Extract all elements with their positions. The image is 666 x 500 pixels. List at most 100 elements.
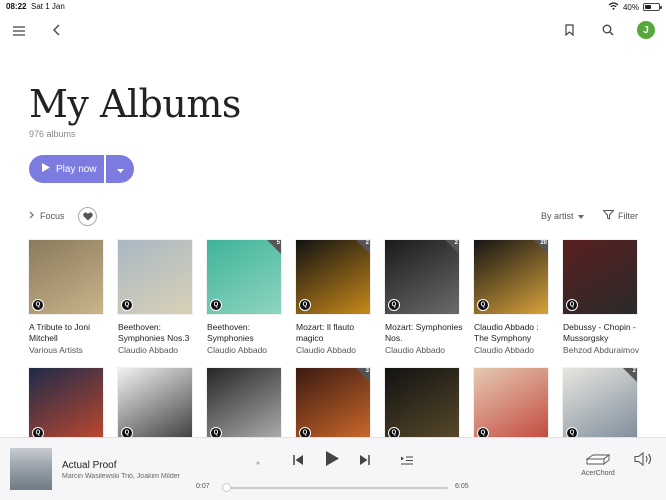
hires-badge-icon: Q (477, 299, 489, 311)
album-artist[interactable]: Claudio Abbado (474, 345, 554, 355)
bookmark-button[interactable] (559, 22, 579, 42)
focus-toggle[interactable]: Focus (29, 211, 65, 221)
page-title: My Albums (29, 82, 241, 126)
album-cover[interactable]: Q3 (296, 368, 370, 442)
hires-badge-icon: Q (32, 299, 44, 311)
bookmark-icon (564, 23, 574, 41)
disc-count: 2 (454, 240, 458, 246)
play-now-button[interactable]: Play now (29, 155, 104, 183)
skip-forward-icon (360, 452, 370, 470)
user-avatar[interactable]: J (637, 21, 655, 39)
hires-badge-icon: Q (121, 299, 133, 311)
album-cover[interactable]: Q2 (385, 240, 459, 314)
album-cover[interactable]: Q (29, 368, 103, 442)
play-button[interactable] (321, 450, 343, 472)
album-cover[interactable]: Q5 (207, 240, 281, 314)
queue-button[interactable] (399, 453, 415, 469)
album-title[interactable]: Claudio Abbado : The Symphony (474, 322, 554, 344)
filter-label: Filter (618, 211, 638, 221)
now-playing-cover[interactable] (10, 448, 52, 490)
queue-icon (401, 452, 413, 470)
next-button[interactable] (357, 453, 373, 469)
hires-badge-icon: Q (210, 299, 222, 311)
sort-dropdown[interactable]: By artist (541, 211, 584, 221)
status-indicators: 40% (608, 2, 662, 12)
volume-button[interactable] (633, 451, 653, 470)
album-title[interactable]: Mozart: Symphonies Nos. (385, 322, 465, 344)
album-artist[interactable]: Various Artists (29, 345, 109, 355)
album-cover[interactable]: Q (207, 368, 281, 442)
disc-count: 2 (632, 368, 636, 374)
now-playing-bar: Actual Proof Marcin Wasilewski Trio, Joa… (0, 437, 666, 500)
disc-count: 5 (276, 240, 280, 246)
now-playing-title[interactable]: Actual Proof (62, 460, 116, 471)
play-now-label: Play now (56, 163, 97, 175)
album-cover[interactable]: Q (385, 368, 459, 442)
search-button[interactable] (598, 22, 618, 42)
album-title[interactable]: Mozart: Il flauto magico (296, 322, 376, 344)
filter-button[interactable]: Filter (602, 210, 638, 222)
play-options-button[interactable] (106, 155, 134, 183)
album-artist[interactable]: Claudio Abbado (296, 345, 376, 355)
wifi-icon (608, 2, 619, 12)
progress-slider[interactable] (221, 483, 448, 492)
album-cover[interactable]: Q 20 (474, 240, 548, 314)
output-device-label: AcerChord (581, 470, 615, 477)
output-device[interactable]: AcerChord (576, 454, 620, 477)
album-cover[interactable]: Q (118, 240, 192, 314)
focus-label: Focus (40, 211, 65, 221)
album-artist[interactable]: Claudio Abbado (118, 345, 198, 355)
album-cover[interactable]: Q2 (563, 368, 637, 442)
disc-count: 20 (540, 240, 547, 246)
album-artist[interactable]: Claudio Abbado (385, 345, 465, 355)
album-artist[interactable]: Behzod Abduraimov (563, 345, 643, 355)
battery-percent: 40% (622, 2, 639, 12)
disc-count: 3 (365, 368, 369, 374)
previous-button[interactable] (290, 453, 306, 469)
album-cover[interactable]: Q (118, 368, 192, 442)
album-cover[interactable]: Q (563, 240, 637, 314)
disc-count-badge: 3 (356, 368, 370, 382)
favorites-button[interactable] (78, 207, 97, 226)
shuffle-button[interactable] (253, 456, 263, 466)
search-icon (602, 23, 614, 41)
top-nav: J (0, 16, 666, 48)
disc-count-badge: 2 (623, 368, 637, 382)
total-time: 6:05 (455, 483, 469, 490)
disc-count-badge: 2 (356, 240, 370, 254)
filter-icon (602, 210, 615, 222)
heart-icon (82, 208, 93, 226)
album-title[interactable]: Beethoven: Symphonies Nos.3 (118, 322, 198, 344)
back-button[interactable] (47, 22, 67, 42)
hires-badge-icon: Q (566, 299, 578, 311)
speaker-device-icon (584, 454, 612, 470)
album-title[interactable]: Beethoven: Symphonies (207, 322, 287, 344)
album-artist[interactable]: Claudio Abbado (207, 345, 287, 355)
elapsed-time: 0:07 (196, 483, 210, 490)
menu-button[interactable] (9, 22, 29, 42)
progress-knob[interactable] (221, 483, 231, 492)
skip-back-icon (293, 452, 303, 470)
album-title[interactable]: A Tribute to Joni Mitchell (29, 322, 109, 344)
album-title[interactable]: Debussy - Chopin - Mussorgsky (563, 322, 643, 344)
album-cover[interactable]: Q (474, 368, 548, 442)
album-cover[interactable]: Q (29, 240, 103, 314)
hires-badge-icon: Q (299, 299, 311, 311)
disc-count-badge: 20 (534, 240, 548, 254)
battery-icon (643, 3, 662, 11)
dot-icon (256, 452, 260, 470)
chevron-left-icon (53, 23, 61, 41)
album-cover[interactable]: Q2 (296, 240, 370, 314)
caret-down-icon (116, 160, 124, 178)
hires-badge-icon: Q (388, 299, 400, 311)
disc-count-badge: 5 (267, 240, 281, 254)
album-count: 976 albums (29, 129, 76, 139)
caret-down-icon (577, 211, 584, 221)
status-bar: 08:22 Sat 1 Jan 40% (0, 0, 666, 14)
status-date: Sat 1 Jan (31, 2, 65, 11)
chevron-right-icon (29, 211, 34, 221)
disc-count: 2 (365, 240, 369, 246)
now-playing-artist: Marcin Wasilewski Trio, Joakim Milder (62, 473, 180, 480)
play-icon (325, 451, 339, 471)
play-icon (42, 163, 50, 175)
